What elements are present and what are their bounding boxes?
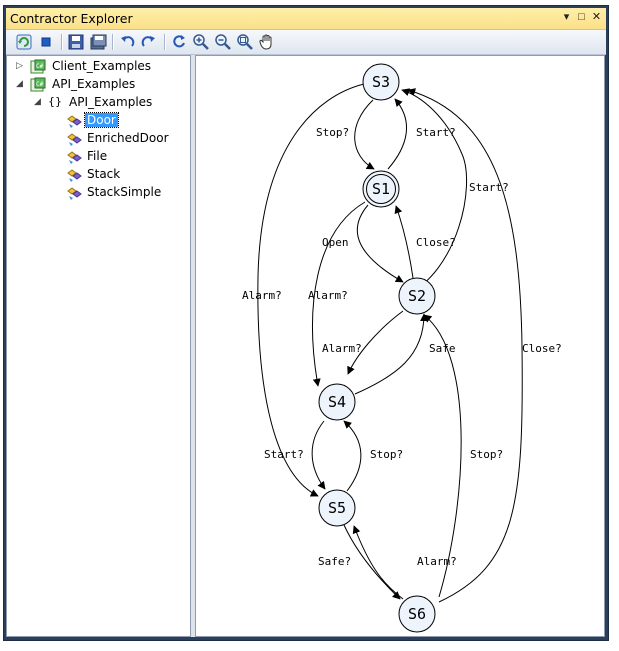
tree-item-label: Client_Examples — [52, 59, 152, 73]
transition-label: Open — [322, 236, 349, 249]
svg-text:S2: S2 — [408, 287, 426, 305]
contract-class-icon — [67, 133, 82, 146]
tree-item-label: Door — [84, 112, 119, 128]
tree-item-label: EnrichedDoor — [87, 131, 169, 145]
title-bar: Contractor Explorer ▾ □ ✕ — [6, 8, 606, 30]
svg-text:S6: S6 — [408, 605, 426, 623]
transition-edge — [354, 99, 375, 170]
transition-label: Stop? — [470, 448, 503, 461]
state-node-initial[interactable]: S1 — [362, 170, 400, 208]
svg-text:S4: S4 — [328, 393, 346, 411]
save-all-icon[interactable] — [89, 33, 107, 51]
window-title: Contractor Explorer — [10, 11, 133, 26]
state-node[interactable]: S3 — [362, 63, 400, 101]
toolbar-separator — [61, 34, 63, 50]
state-machine-graph: Stop? Start? Start? Open Close? Alarm? A… — [242, 63, 562, 633]
tree-item-label: StackSimple — [87, 185, 162, 199]
transition-label: Start? — [469, 181, 509, 194]
transition-edge — [401, 88, 468, 297]
tree-item-project[interactable]: ▷ C# Client_Examples — [7, 58, 187, 76]
save-icon[interactable] — [67, 33, 85, 51]
tree-item-contract[interactable]: Stack — [7, 166, 187, 184]
csharp-project-icon: C# — [30, 77, 46, 92]
undo-icon[interactable] — [118, 33, 136, 51]
transition-label: Alarm? — [242, 289, 282, 302]
svg-text:C#: C# — [36, 63, 44, 70]
reset-icon[interactable] — [170, 33, 188, 51]
tree-item-label: File — [87, 149, 108, 163]
tree-item-contract[interactable]: StackSimple — [7, 184, 187, 202]
tree-item-namespace[interactable]: ◢ {} API_Examples — [7, 94, 187, 112]
transition-label: Alarm? — [308, 289, 348, 302]
close-icon[interactable]: ✕ — [590, 11, 603, 24]
transition-edge — [394, 205, 414, 279]
tree-item-label: API_Examples — [69, 95, 153, 109]
tree-item-project[interactable]: ◢ C# API_Examples — [7, 76, 187, 94]
transition-edge — [343, 524, 401, 600]
state-node[interactable]: S4 — [318, 383, 356, 421]
svg-text:S1: S1 — [372, 180, 390, 198]
tree-item-label: API_Examples — [52, 77, 136, 91]
tree-item-label: Stack — [87, 167, 121, 181]
state-node[interactable]: S2 — [398, 277, 436, 315]
toolbar — [6, 30, 606, 55]
svg-text:C#: C# — [36, 81, 44, 88]
transition-edge — [356, 204, 404, 283]
transition-edge — [352, 525, 404, 600]
transition-label: Stop? — [370, 448, 403, 461]
redo-icon[interactable] — [140, 33, 158, 51]
expand-expanded-icon[interactable]: ◢ — [16, 79, 23, 89]
contract-class-icon — [67, 115, 82, 128]
state-node[interactable]: S6 — [398, 595, 436, 633]
toolbar-separator — [164, 34, 166, 50]
contract-class-icon — [67, 187, 82, 200]
zoom-in-icon[interactable] — [192, 33, 210, 51]
dropdown-icon[interactable]: ▾ — [560, 11, 573, 24]
transition-label: Safe — [429, 342, 456, 355]
transition-label: Alarm? — [322, 342, 362, 355]
maximize-icon[interactable]: □ — [575, 11, 588, 24]
transition-label: Start? — [264, 448, 304, 461]
contract-class-icon — [67, 151, 82, 164]
stop-icon[interactable] — [37, 33, 55, 51]
expand-expanded-icon[interactable]: ◢ — [34, 97, 41, 107]
tree-item-contract[interactable]: Door — [7, 112, 187, 130]
transition-edge — [387, 98, 408, 170]
csharp-project-icon: C# — [30, 59, 46, 74]
toolbar-separator — [112, 34, 114, 50]
transition-edge — [311, 420, 326, 490]
transition-label: Start? — [416, 126, 456, 139]
svg-text:S3: S3 — [372, 73, 390, 91]
expand-collapsed-icon[interactable]: ▷ — [16, 61, 23, 71]
transition-label: Safe? — [318, 555, 351, 568]
svg-text:S5: S5 — [328, 499, 346, 517]
zoom-fit-icon[interactable] — [236, 33, 254, 51]
state-graph-pane: Stop? Start? Start? Open Close? Alarm? A… — [195, 55, 605, 637]
transition-label: Stop? — [316, 126, 349, 139]
contract-class-icon — [67, 169, 82, 182]
transition-label: Alarm? — [417, 555, 457, 568]
transition-label: Close? — [522, 342, 562, 355]
tree-item-contract[interactable]: File — [7, 148, 187, 166]
tree-item-contract[interactable]: EnrichedDoor — [7, 130, 187, 148]
transition-label: Close? — [416, 236, 456, 249]
contract-tree: ▷ C# Client_Examples ◢ C# API_Examples ◢… — [6, 55, 191, 637]
namespace-icon: {} — [48, 95, 62, 108]
pan-hand-icon[interactable] — [258, 33, 276, 51]
transition-edge — [354, 313, 428, 395]
zoom-out-icon[interactable] — [214, 33, 232, 51]
state-node[interactable]: S5 — [318, 489, 356, 527]
transition-edge — [343, 420, 362, 492]
refresh-icon[interactable] — [15, 33, 33, 51]
